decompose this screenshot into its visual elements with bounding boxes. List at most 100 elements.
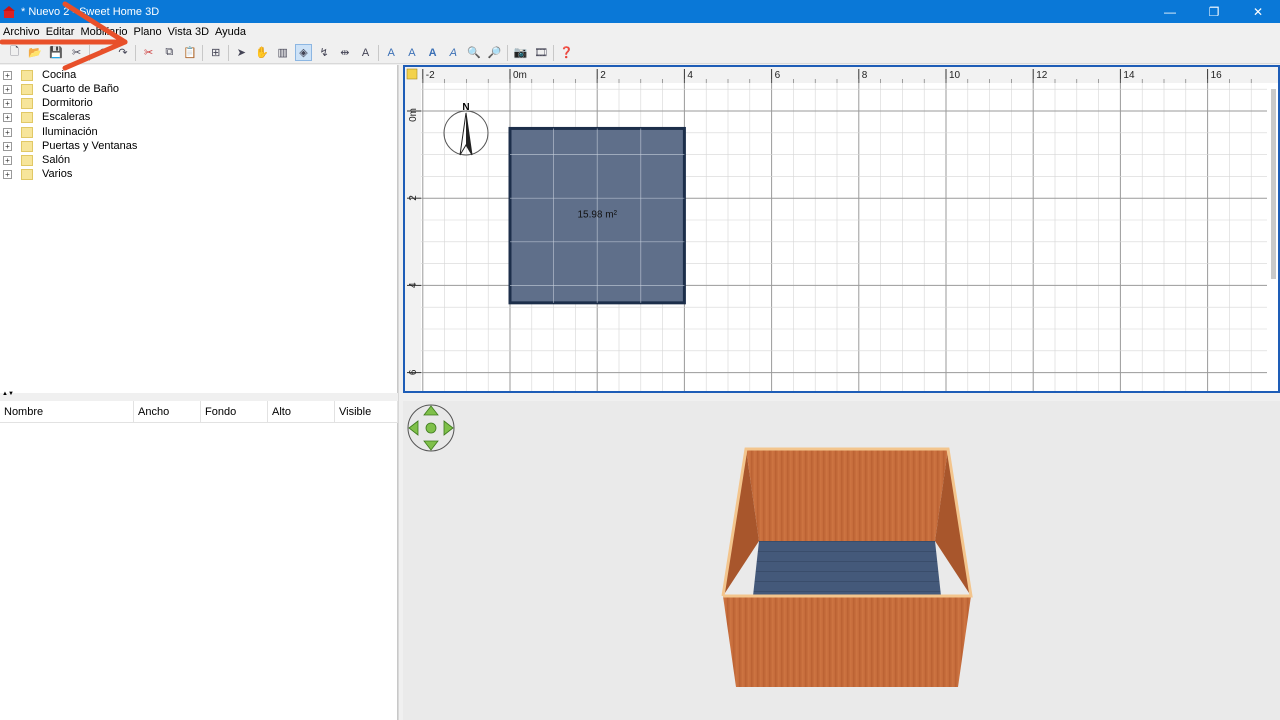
catalog-category[interactable]: + Escaleras bbox=[3, 110, 90, 124]
cut-icon[interactable]: ✂ bbox=[140, 44, 157, 61]
folder-icon bbox=[21, 69, 33, 81]
3d-canvas[interactable] bbox=[403, 401, 1280, 720]
x-ruler-label: 14 bbox=[1123, 70, 1135, 81]
maximize-button[interactable]: ❐ bbox=[1192, 0, 1236, 23]
expand-icon[interactable]: + bbox=[3, 169, 12, 179]
column-header-fondo[interactable]: Fondo bbox=[201, 401, 268, 423]
copy-icon[interactable]: ⧉ bbox=[161, 44, 178, 61]
create-rooms-icon[interactable]: ◈ bbox=[294, 44, 312, 61]
room-area-label: 15.98 m² bbox=[577, 210, 617, 221]
expand-icon[interactable]: + bbox=[3, 70, 12, 80]
create-dimensions-icon[interactable]: ⇹ bbox=[336, 44, 353, 61]
back-wall bbox=[746, 449, 948, 541]
menu-archivo[interactable]: Archivo bbox=[0, 26, 43, 38]
catalog-category-label: Dormitorio bbox=[42, 97, 93, 109]
photo-icon[interactable]: 📷 bbox=[512, 44, 529, 61]
x-ruler-label: 2 bbox=[600, 70, 606, 81]
redo-icon[interactable]: ↷ bbox=[114, 44, 131, 61]
plan-scrollbar[interactable] bbox=[1271, 89, 1276, 279]
toolbar: 🗋 📂 💾 ✂ ↶ ↷ ✂ ⧉ 📋 ⊞ ➤ ✋ ▥ ◈ ↯ ⇹ A A A A … bbox=[0, 42, 1280, 64]
navigation-arrows[interactable] bbox=[407, 404, 455, 452]
cut-like-icon[interactable]: ✂ bbox=[68, 44, 85, 61]
catalog-category[interactable]: + Puertas y Ventanas bbox=[3, 139, 137, 153]
minimize-button[interactable]: — bbox=[1148, 0, 1192, 23]
plan-view[interactable]: -2 0m 2 4 6 8 10 12 14 16 0m 2 4 6 15.98 m² N bbox=[403, 65, 1280, 393]
catalog-category[interactable]: + Cocina bbox=[3, 68, 76, 82]
add-furniture-icon[interactable]: ⊞ bbox=[207, 44, 224, 61]
menu-vista-3d[interactable]: Vista 3D bbox=[165, 26, 212, 38]
save-icon[interactable]: 💾 bbox=[47, 44, 64, 61]
zoom-in-icon[interactable]: 🔍 bbox=[465, 44, 482, 61]
undo-icon[interactable]: ↶ bbox=[94, 44, 111, 61]
folder-icon bbox=[21, 154, 33, 166]
create-polylines-icon[interactable]: ↯ bbox=[316, 44, 333, 61]
compass-label: N bbox=[462, 102, 469, 113]
toolbar-separator bbox=[227, 44, 229, 61]
floor bbox=[753, 541, 941, 596]
open-icon[interactable]: 📂 bbox=[27, 44, 44, 61]
select-icon[interactable]: ➤ bbox=[233, 44, 250, 61]
pan-icon[interactable]: ✋ bbox=[254, 44, 271, 61]
new-icon[interactable]: 🗋 bbox=[6, 44, 23, 61]
catalog-category[interactable]: + Salón bbox=[3, 153, 70, 167]
furniture-list: Nombre Ancho Fondo Alto Visible bbox=[0, 401, 398, 720]
catalog-category[interactable]: + Cuarto de Baño bbox=[3, 82, 119, 96]
furniture-catalog-tree: + Cocina + Cuarto de Baño + Dormitorio +… bbox=[0, 65, 398, 393]
y-ruler-label: 2 bbox=[408, 195, 419, 201]
column-header-visible[interactable]: Visible bbox=[335, 401, 398, 423]
menu-mobiliario[interactable]: Mobiliario bbox=[77, 26, 130, 38]
y-ruler-label: 4 bbox=[408, 282, 419, 288]
horizontal-ruler bbox=[405, 67, 1278, 83]
menu-editar[interactable]: Editar bbox=[43, 26, 78, 38]
y-ruler-label: 0m bbox=[408, 108, 419, 122]
plan-3d-splitter[interactable] bbox=[403, 393, 1280, 401]
catalog-category-label: Cocina bbox=[42, 69, 77, 81]
create-walls-icon[interactable]: ▥ bbox=[274, 44, 291, 61]
expand-icon[interactable]: + bbox=[3, 155, 12, 165]
toolbar-separator bbox=[202, 44, 204, 61]
expand-icon[interactable]: + bbox=[3, 98, 12, 108]
column-header-alto[interactable]: Alto bbox=[268, 401, 335, 423]
expand-icon[interactable]: + bbox=[3, 112, 12, 122]
catalog-category[interactable]: + Dormitorio bbox=[3, 96, 93, 110]
expand-icon[interactable]: + bbox=[3, 141, 12, 151]
zoom-out-icon[interactable]: 🔎 bbox=[486, 44, 503, 61]
catalog-category[interactable]: + Iluminación bbox=[3, 125, 98, 139]
menu-ayuda[interactable]: Ayuda bbox=[212, 26, 249, 38]
expand-icon[interactable]: + bbox=[3, 84, 12, 94]
catalog-category[interactable]: + Varios bbox=[3, 167, 72, 181]
plan-canvas[interactable]: -2 0m 2 4 6 8 10 12 14 16 0m 2 4 6 15.98 m² N bbox=[405, 67, 1278, 391]
column-header-nombre[interactable]: Nombre bbox=[0, 401, 134, 423]
catalog-category-label: Escaleras bbox=[42, 111, 91, 123]
column-header-ancho[interactable]: Ancho bbox=[134, 401, 201, 423]
x-ruler-label: 10 bbox=[949, 70, 961, 81]
x-ruler-label: 0m bbox=[513, 70, 527, 81]
x-ruler-label: 4 bbox=[687, 70, 693, 81]
menu-plano[interactable]: Plano bbox=[131, 26, 165, 38]
add-text-icon[interactable]: A bbox=[357, 44, 374, 61]
catalog-category-label: Cuarto de Baño bbox=[42, 83, 120, 95]
folder-icon bbox=[21, 83, 33, 95]
toolbar-separator bbox=[88, 44, 90, 61]
catalog-category-label: Varios bbox=[42, 168, 73, 180]
folder-icon bbox=[21, 168, 33, 180]
bold-text-icon[interactable]: A bbox=[424, 44, 441, 61]
app-house-icon bbox=[3, 5, 15, 18]
close-button[interactable]: ✕ bbox=[1236, 0, 1280, 23]
navigation-center-icon bbox=[425, 422, 437, 434]
3d-view[interactable] bbox=[403, 401, 1280, 720]
room-layer[interactable]: 15.98 m² bbox=[508, 126, 686, 305]
left-splitter[interactable]: ▲▼ bbox=[0, 391, 398, 401]
paste-icon[interactable]: 📋 bbox=[182, 44, 199, 61]
toolbar-separator bbox=[506, 44, 508, 61]
decrease-text-icon[interactable]: A bbox=[403, 44, 420, 61]
expand-icon[interactable]: + bbox=[3, 127, 12, 137]
video-icon[interactable]: 🎞 bbox=[533, 44, 550, 61]
italic-text-icon[interactable]: A bbox=[445, 44, 462, 61]
x-ruler-label: -2 bbox=[426, 70, 435, 81]
catalog-category-label: Salón bbox=[42, 154, 71, 166]
x-ruler-label: 8 bbox=[862, 70, 868, 81]
help-icon[interactable]: ❓ bbox=[558, 44, 575, 61]
room-3d-model[interactable] bbox=[721, 447, 973, 687]
increase-text-icon[interactable]: A bbox=[383, 44, 400, 61]
